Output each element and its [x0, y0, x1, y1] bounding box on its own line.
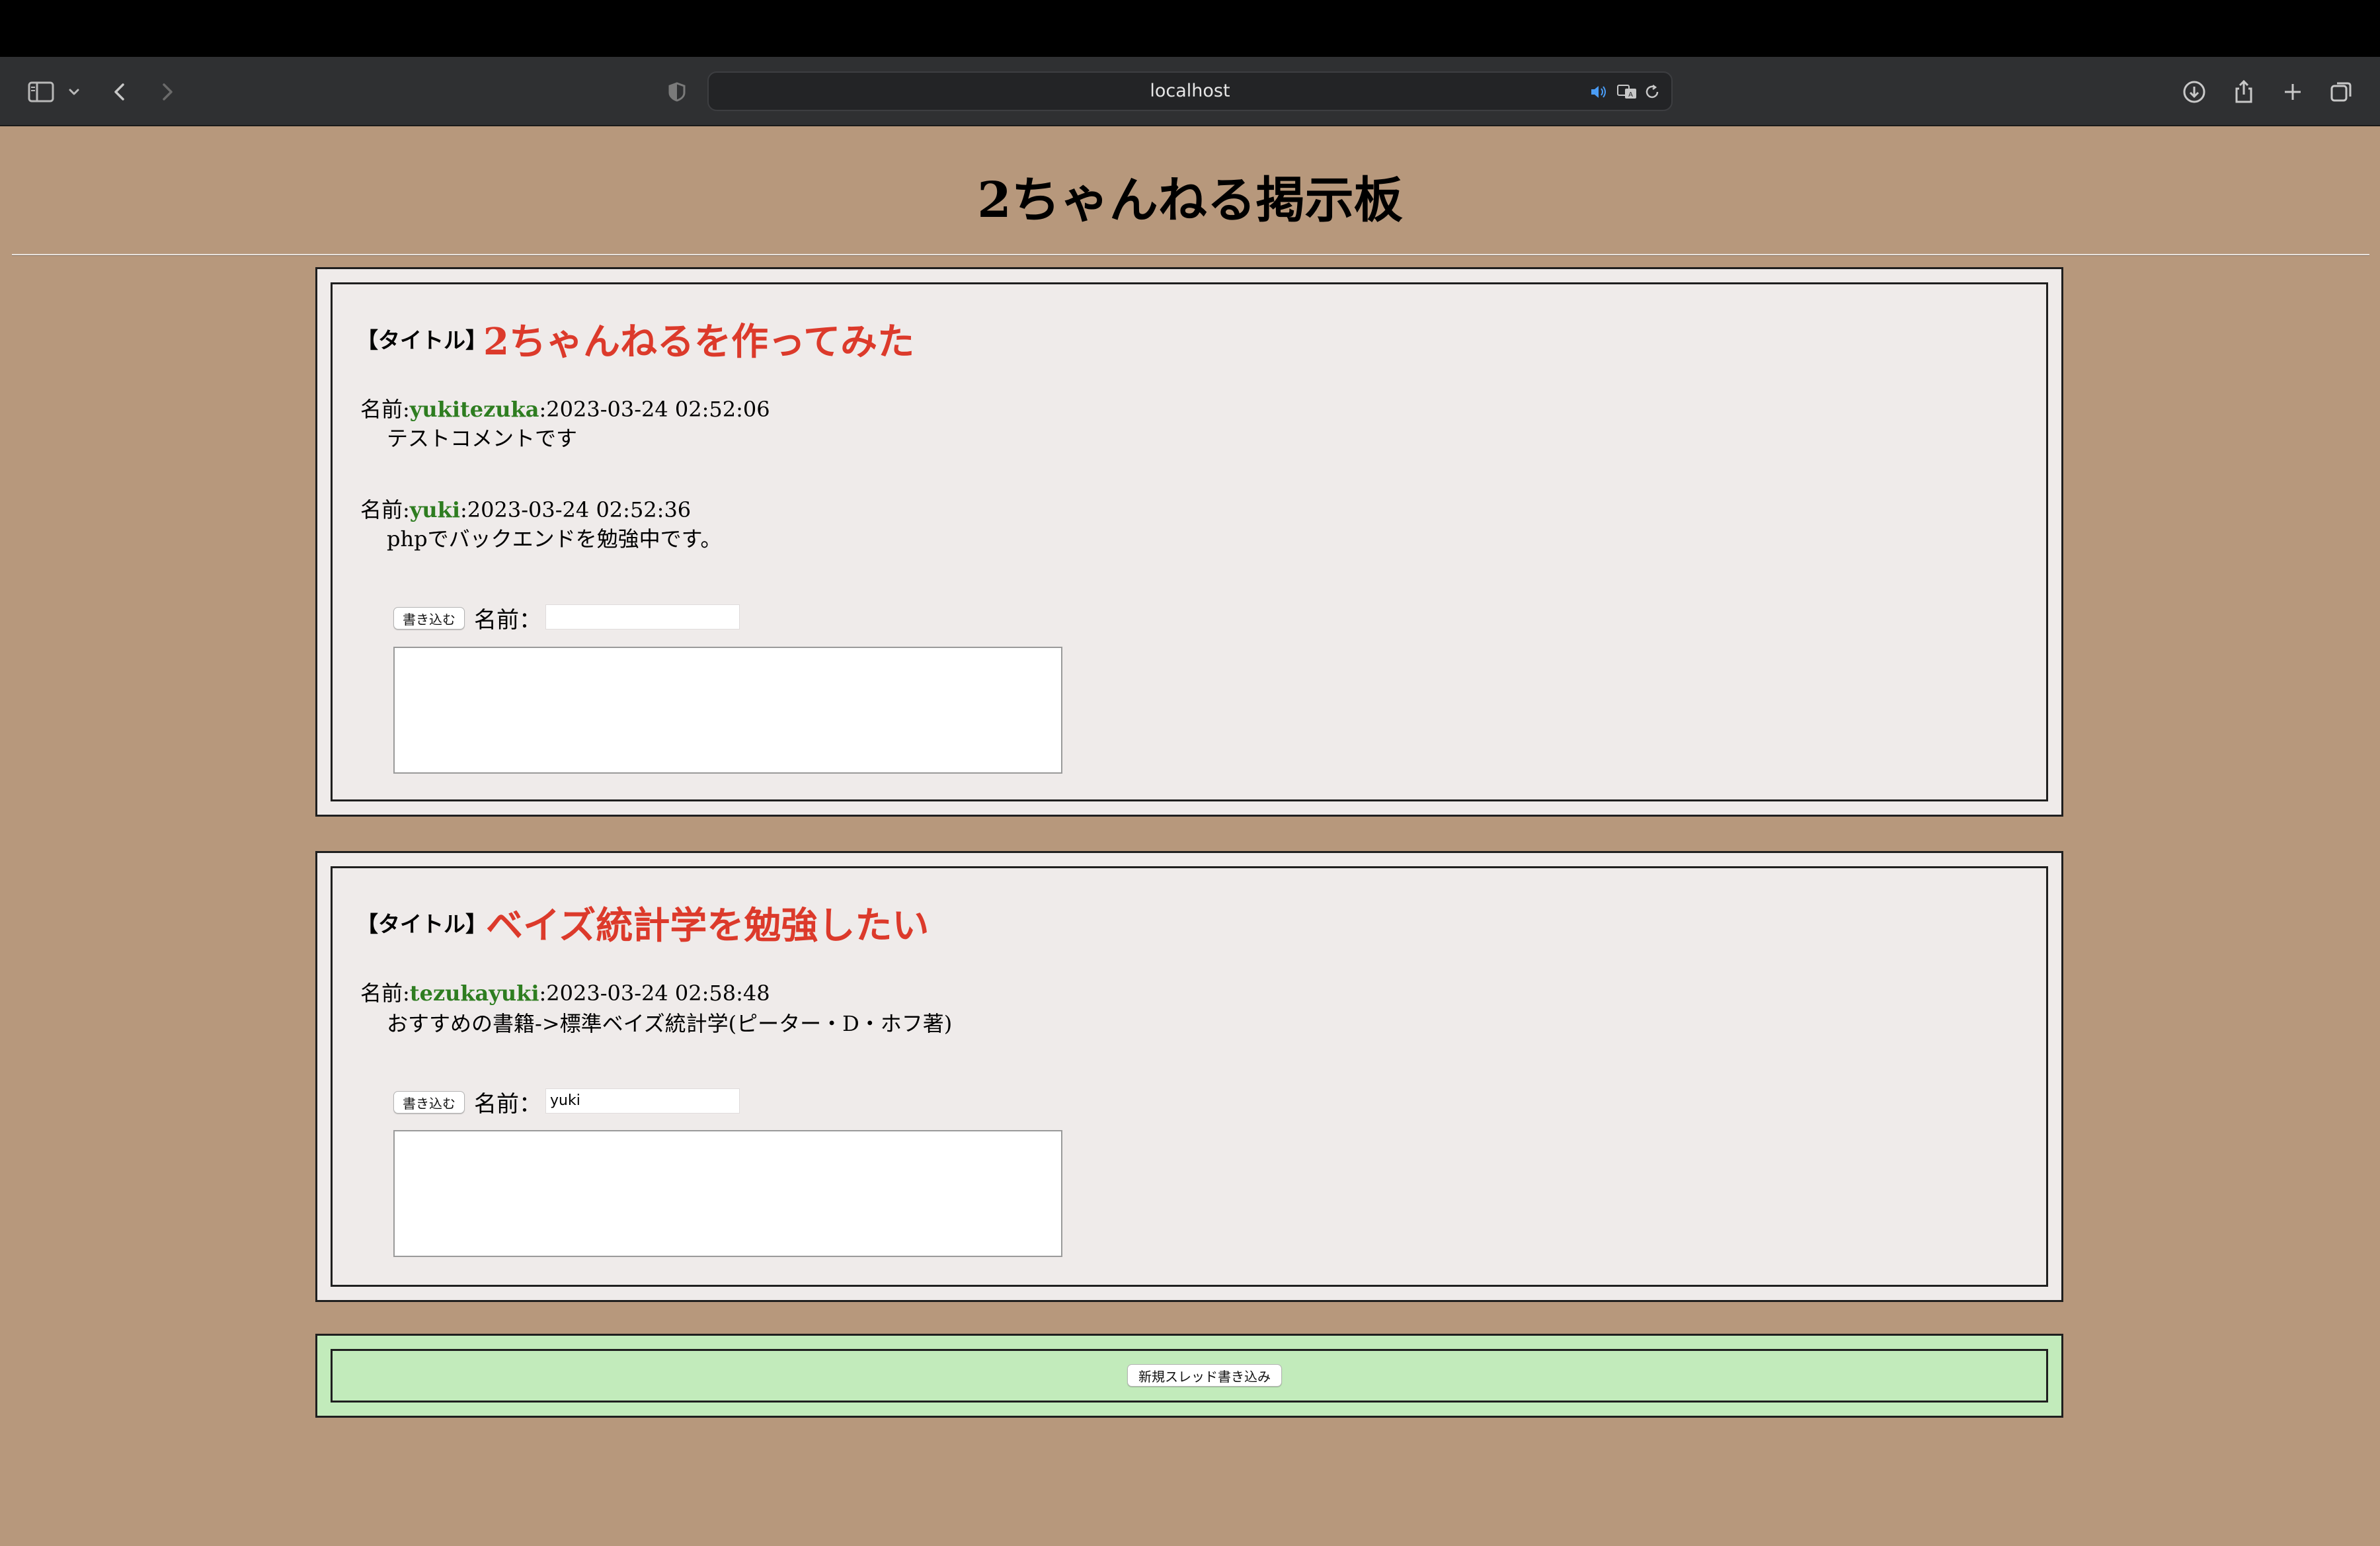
post-body: phpでバックエンドを勉強中です。	[387, 526, 722, 551]
post-name-prefix: 名前:	[360, 981, 410, 1006]
name-input[interactable]	[545, 604, 740, 630]
forward-icon[interactable]	[151, 76, 182, 108]
thread-title-label: 【タイトル】	[356, 327, 487, 353]
post-header: 名前:tezukayuki:2023-03-24 02:58:48	[360, 977, 770, 1007]
url-text: localhost	[1150, 81, 1230, 101]
macos-menu-bar	[0, 0, 2380, 57]
page-title: 2ちゃんねる掲示板	[977, 172, 1403, 229]
chevron-down-icon[interactable]	[63, 76, 85, 108]
write-button[interactable]: 書き込む	[393, 607, 465, 630]
speaker-icon[interactable]	[1588, 81, 1610, 103]
post-body: テストコメントです	[387, 426, 578, 451]
name-label: 名前：	[474, 1091, 541, 1118]
sidebar-icon[interactable]	[25, 76, 57, 108]
downloads-icon[interactable]	[2178, 76, 2210, 108]
post-author: tezukayuki	[409, 981, 539, 1006]
thread-card: 【タイトル】 ベイズ統計学を勉強したい 名前:tezukayuki:2023-0…	[315, 851, 2063, 1302]
share-icon[interactable]	[2228, 76, 2260, 108]
comment-textarea[interactable]	[393, 1130, 1062, 1257]
new-tab-icon[interactable]	[2277, 76, 2309, 108]
browser-toolbar: localhost A	[0, 57, 2380, 126]
post-name-prefix: 名前:	[360, 497, 410, 522]
post-name-prefix: 名前:	[360, 397, 410, 422]
divider	[12, 254, 2369, 256]
write-button[interactable]: 書き込む	[393, 1091, 465, 1114]
thread-card: 【タイトル】 2ちゃんねるを作ってみた 名前:yukitezuka:2023-0…	[315, 267, 2063, 817]
tab-overview-icon[interactable]	[2326, 76, 2358, 108]
post-body: おすすめの書籍->標準ベイズ統計学(ピーター・D・ホフ著)	[387, 1011, 953, 1036]
svg-text:A: A	[1628, 91, 1633, 99]
name-label: 名前：	[474, 607, 541, 633]
post-datetime: :2023-03-24 02:52:06	[539, 397, 770, 422]
thread-inner-border: 【タイトル】 2ちゃんねるを作ってみた 名前:yukitezuka:2023-0…	[331, 282, 2048, 801]
post-datetime: :2023-03-24 02:58:48	[539, 981, 770, 1006]
post-author: yuki	[409, 497, 460, 522]
name-input[interactable]: yuki	[545, 1088, 740, 1114]
new-thread-inner-border: 新規スレッド書き込み	[331, 1349, 2048, 1403]
thread-title: ベイズ統計学を勉強したい	[486, 904, 930, 948]
thread-title-label: 【タイトル】	[356, 911, 487, 937]
thread-title: 2ちゃんねるを作ってみた	[483, 320, 915, 364]
translate-icon[interactable]: A	[1616, 81, 1638, 103]
new-thread-button[interactable]: 新規スレッド書き込み	[1127, 1364, 1282, 1387]
new-thread-box: 新規スレッド書き込み	[315, 1334, 2063, 1418]
back-icon[interactable]	[104, 76, 136, 108]
comment-textarea[interactable]	[393, 647, 1062, 774]
address-bar[interactable]: localhost A	[707, 71, 1673, 111]
thread-inner-border: 【タイトル】 ベイズ統計学を勉強したい 名前:tezukayuki:2023-0…	[331, 866, 2048, 1287]
post-author: yukitezuka	[409, 397, 539, 422]
reload-icon[interactable]	[1641, 81, 1663, 103]
post-datetime: :2023-03-24 02:52:36	[459, 497, 692, 522]
page-content: 2ちゃんねる掲示板 【タイトル】 2ちゃんねるを作ってみた 名前:yukitez…	[0, 126, 2380, 1546]
privacy-shield-icon[interactable]	[661, 76, 693, 108]
post-header: 名前:yukitezuka:2023-03-24 02:52:06	[360, 393, 770, 423]
post-header: 名前:yuki:2023-03-24 02:52:36	[360, 493, 691, 524]
